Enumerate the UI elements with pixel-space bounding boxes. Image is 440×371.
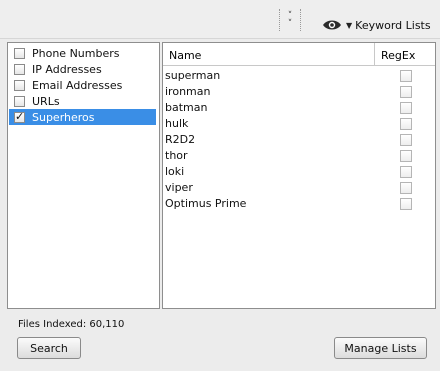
keyword-name-cell: R2D2	[165, 133, 196, 146]
keyword-name-cell: viper	[165, 181, 193, 194]
regex-checkbox[interactable]	[400, 70, 412, 82]
caret-down-icon: ▼	[346, 20, 353, 30]
keyword-name-cell: thor	[165, 149, 188, 162]
regex-checkbox[interactable]	[400, 182, 412, 194]
search-button[interactable]: Search	[17, 337, 81, 359]
keyword-name-cell: Optimus Prime	[165, 197, 247, 210]
list-checkbox[interactable]	[14, 110, 25, 123]
keyword-search-panel: ˅ ˅ ▼ Keyword Lists Phone Numbers IP Addre…	[0, 0, 440, 371]
table-row[interactable]: hulk	[163, 116, 435, 132]
keyword-name-cell: hulk	[165, 117, 189, 130]
keyword-name-cell: loki	[165, 165, 185, 178]
regex-checkbox[interactable]	[400, 166, 412, 178]
toolbar-separator	[300, 9, 301, 31]
table-row[interactable]: ironman	[163, 84, 435, 100]
table-row[interactable]: batman	[163, 100, 435, 116]
keyword-name-cell: superman	[165, 69, 221, 82]
manage-lists-button[interactable]: Manage Lists	[334, 337, 427, 359]
keyword-lists-button[interactable]: ▼ Keyword Lists	[322, 16, 431, 34]
table-row[interactable]: superman	[163, 68, 435, 84]
eye-icon	[322, 19, 342, 31]
regex-checkbox[interactable]	[400, 102, 412, 114]
files-indexed-status: Files Indexed: 60,110	[18, 319, 125, 330]
toolbar-separator	[279, 9, 280, 31]
regex-checkbox[interactable]	[400, 86, 412, 98]
toolbar: ˅ ˅ ▼ Keyword Lists	[0, 0, 440, 39]
column-header-regex[interactable]: RegEx	[381, 49, 415, 62]
table-row[interactable]: loki	[163, 164, 435, 180]
list-item-label: Email Addresses	[32, 78, 123, 92]
column-divider[interactable]	[374, 43, 375, 65]
list-item-label: Phone Numbers	[32, 46, 120, 60]
list-item[interactable]: URLs	[9, 93, 156, 109]
list-item-label: URLs	[32, 94, 60, 108]
table-header: Name RegEx	[163, 43, 435, 66]
list-item[interactable]: Email Addresses	[9, 77, 156, 93]
list-item-label: IP Addresses	[32, 62, 102, 76]
keyword-list-selector: Phone Numbers IP Addresses Email Addresses…	[7, 42, 160, 309]
regex-checkbox[interactable]	[400, 150, 412, 162]
list-checkbox[interactable]	[14, 95, 25, 107]
table-row[interactable]: R2D2	[163, 132, 435, 148]
list-checkbox[interactable]	[14, 47, 25, 59]
list-checkbox[interactable]	[14, 63, 25, 75]
list-item[interactable]: IP Addresses	[9, 61, 156, 77]
table-row[interactable]: thor	[163, 148, 435, 164]
column-header-name[interactable]: Name	[169, 49, 201, 62]
keyword-name-cell: ironman	[165, 85, 211, 98]
regex-checkbox[interactable]	[400, 198, 412, 210]
table-row[interactable]: Optimus Prime	[163, 196, 435, 212]
keyword-table: Name RegEx superman ironman batman hulk R2D2…	[162, 42, 436, 309]
list-checkbox[interactable]	[14, 79, 25, 91]
list-item[interactable]: Superheros	[9, 109, 156, 125]
keyword-name-cell: batman	[165, 101, 208, 114]
list-item[interactable]: Phone Numbers	[9, 45, 156, 61]
regex-checkbox[interactable]	[400, 134, 412, 146]
list-item-label: Superheros	[32, 110, 95, 124]
regex-checkbox[interactable]	[400, 118, 412, 130]
table-row[interactable]: viper	[163, 180, 435, 196]
double-chevron-down-icon[interactable]: ˅ ˅	[284, 12, 296, 30]
keyword-lists-label: Keyword Lists	[355, 18, 431, 32]
